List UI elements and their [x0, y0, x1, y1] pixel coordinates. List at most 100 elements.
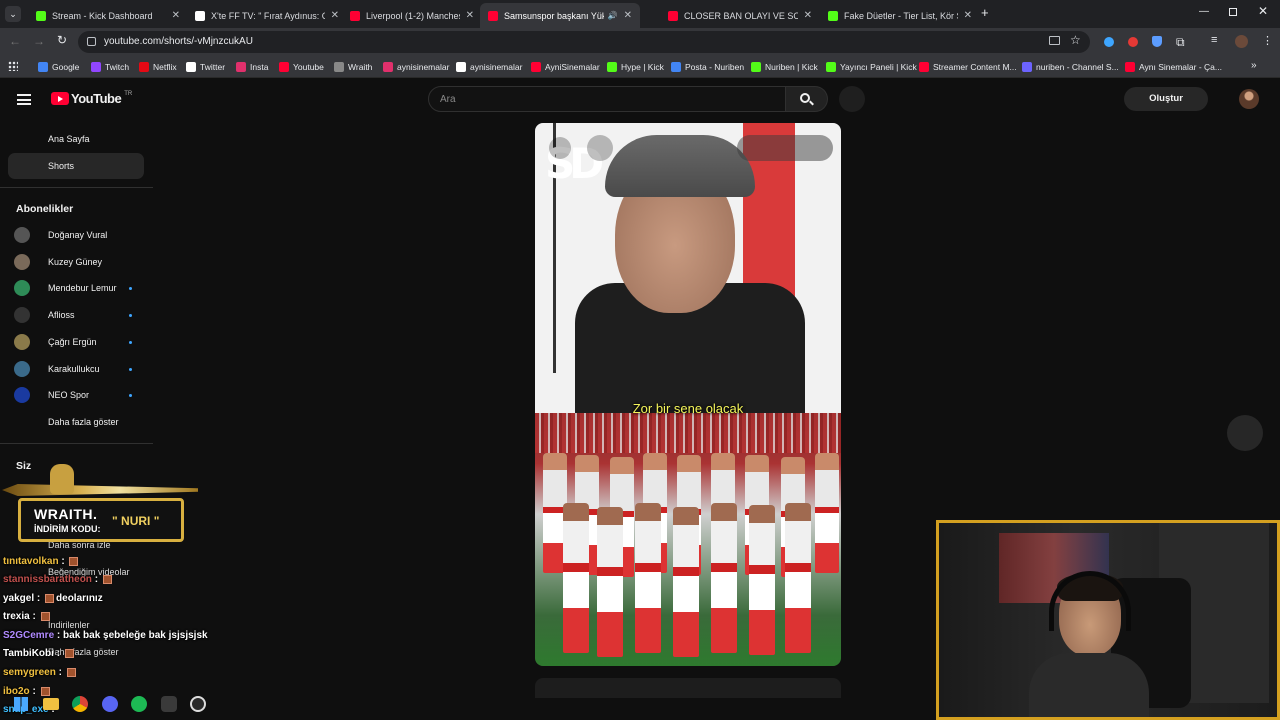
browser-tab[interactable]: Stream - Kick Dashboard ✕	[28, 3, 188, 28]
apps-grid-icon[interactable]	[8, 61, 18, 71]
browser-tab[interactable]: CLOSER BAN OLAYI VE SONRA ✕	[660, 3, 820, 28]
channel-name: NEO Spor	[48, 390, 90, 401]
bookmark-item[interactable]: Netflix	[139, 60, 177, 74]
browser-tab[interactable]: Liverpool (1-2) Manchester City ✕	[342, 3, 482, 28]
bookmark-item[interactable]: Youtube	[279, 60, 324, 74]
obs-icon[interactable]	[190, 696, 206, 712]
account-avatar[interactable]	[1239, 89, 1259, 109]
browser-tab[interactable]: Samsunspor başkanı Yüksel 🔊 ✕	[480, 3, 640, 28]
channel-avatar	[14, 253, 30, 270]
file-explorer-icon[interactable]	[43, 698, 59, 710]
bookmark-favicon-icon	[383, 62, 393, 72]
tab-label: Stream - Kick Dashboard	[52, 10, 153, 21]
short-play-button[interactable]	[549, 137, 571, 159]
bookmark-item[interactable]: AyniSinemalar	[531, 60, 600, 74]
tab-close-icon[interactable]: ✕	[331, 10, 339, 21]
bookmark-favicon-icon	[1125, 62, 1135, 72]
chrome-icon[interactable]	[72, 696, 88, 712]
restore-button[interactable]	[1229, 8, 1237, 16]
bookmark-item[interactable]: Twitter	[186, 60, 225, 74]
bookmark-item[interactable]: Yayıncı Paneli | Kick	[826, 60, 917, 74]
profile-avatar[interactable]	[1235, 35, 1248, 48]
close-window-button[interactable]: ✕	[1258, 4, 1268, 18]
forward-button[interactable]: →	[33, 34, 45, 48]
search-button[interactable]	[786, 86, 828, 112]
next-short-button[interactable]	[1227, 415, 1263, 451]
extension-3-icon[interactable]	[1152, 36, 1162, 47]
tab-close-icon[interactable]: ✕	[624, 10, 632, 21]
subscription-item[interactable]: Aflioss	[14, 305, 75, 325]
bookmark-item[interactable]: Streamer Content M...	[919, 60, 1017, 74]
youtube-logo[interactable]: YouTube TR	[51, 91, 132, 106]
spotify-icon[interactable]	[131, 696, 147, 712]
subscription-item[interactable]: Karakullukcu	[14, 359, 100, 379]
chat-separator: :	[29, 611, 39, 622]
app-icon[interactable]	[161, 696, 177, 712]
bookmark-item[interactable]: Google	[38, 60, 79, 74]
bookmark-favicon-icon	[456, 62, 466, 72]
player-figure	[563, 503, 589, 653]
streamer-torso	[1029, 653, 1149, 717]
bookmark-item[interactable]: Hype | Kick	[607, 60, 664, 74]
extension-1-icon[interactable]	[1104, 37, 1114, 47]
bookmark-item[interactable]: Twitch	[91, 60, 129, 74]
site-info-icon[interactable]	[87, 37, 96, 46]
minimize-button[interactable]: —	[1199, 6, 1209, 18]
subscription-item[interactable]: Çağrı Ergün	[14, 332, 97, 352]
player-figure	[749, 505, 775, 655]
subscription-item[interactable]: NEO Spor	[14, 385, 89, 405]
player-figure	[785, 503, 811, 653]
region-code: TR	[124, 90, 133, 97]
reload-button[interactable]: ↻	[57, 33, 67, 47]
media-control-icon[interactable]: ≡	[1211, 34, 1217, 46]
tab-close-icon[interactable]: ✕	[466, 10, 474, 21]
channel-avatar	[14, 387, 30, 404]
tab-search-button[interactable]: ⌄	[5, 6, 21, 22]
search-input[interactable]: Ara	[428, 86, 786, 112]
sidebar-item-home[interactable]: Ana Sayfa	[8, 126, 144, 152]
extension-2-icon[interactable]	[1128, 37, 1138, 47]
tab-close-icon[interactable]: ✕	[172, 10, 180, 21]
bookmark-item[interactable]: Aynı Sinemalar - Ça...	[1125, 60, 1222, 74]
bookmarks-overflow-icon[interactable]: »	[1251, 60, 1257, 71]
sidebar-item-shorts[interactable]: Shorts	[8, 153, 144, 179]
voice-search-button[interactable]	[839, 86, 865, 112]
tab-close-icon[interactable]: ✕	[804, 10, 812, 21]
hamburger-menu-icon[interactable]	[17, 94, 31, 105]
discord-icon[interactable]	[102, 696, 118, 712]
bookmark-item[interactable]: aynisinemalar	[456, 60, 522, 74]
sidebar-downloads[interactable]: İndirilenler	[48, 620, 90, 630]
extensions-puzzle-icon[interactable]: ⧉	[1176, 35, 1185, 50]
browser-tab[interactable]: Fake Düetler - Tier List, Kör Sıra ✕	[820, 3, 980, 28]
new-tab-button[interactable]: +	[981, 6, 995, 20]
url-text[interactable]: youtube.com/shorts/-vMjnzcukAU	[104, 36, 253, 47]
chat-text: deolarınız	[56, 593, 103, 604]
subscription-item[interactable]: Kuzey Güney	[14, 252, 102, 272]
bookmark-item[interactable]: Posta - Nuriben	[671, 60, 744, 74]
windows-start-icon[interactable]	[14, 697, 28, 711]
install-app-icon[interactable]	[1049, 36, 1060, 45]
bookmark-item[interactable]: Insta	[236, 60, 268, 74]
bookmark-item[interactable]: Wraith	[334, 60, 372, 74]
short-video-player[interactable]: SD Zor bir sene olacak	[535, 123, 841, 666]
browser-menu-icon[interactable]: ⋮	[1262, 34, 1273, 47]
bookmark-item[interactable]: nuriben - Channel S...	[1022, 60, 1119, 74]
back-button[interactable]: ←	[9, 34, 21, 48]
channel-name: Karakullukcu	[48, 363, 100, 374]
create-button[interactable]: Oluştur	[1124, 87, 1208, 111]
show-more-subscriptions[interactable]: Daha fazla göster	[48, 412, 119, 432]
tab-audio-icon[interactable]: 🔊	[608, 11, 618, 20]
bookmark-item[interactable]: Nuriben | Kick	[751, 60, 818, 74]
subscription-item[interactable]: Mendebur Lemur	[14, 278, 117, 298]
browser-tab[interactable]: X'te FF TV: " Fırat Aydınus: G ✕	[187, 3, 347, 28]
tab-label: Liverpool (1-2) Manchester City	[366, 10, 460, 21]
new-content-dot	[129, 367, 132, 371]
tab-close-icon[interactable]: ✕	[964, 10, 972, 21]
channel-name: Doğanay Vural	[48, 230, 108, 240]
bookmark-item[interactable]: aynisinemalar	[383, 60, 449, 74]
home-label: Ana Sayfa	[48, 134, 90, 144]
short-volume-button[interactable]	[587, 135, 613, 161]
channel-avatar	[14, 307, 30, 324]
subscription-item[interactable]: Doğanay Vural	[14, 225, 107, 245]
bookmark-star-icon[interactable]: ☆	[1070, 33, 1081, 47]
